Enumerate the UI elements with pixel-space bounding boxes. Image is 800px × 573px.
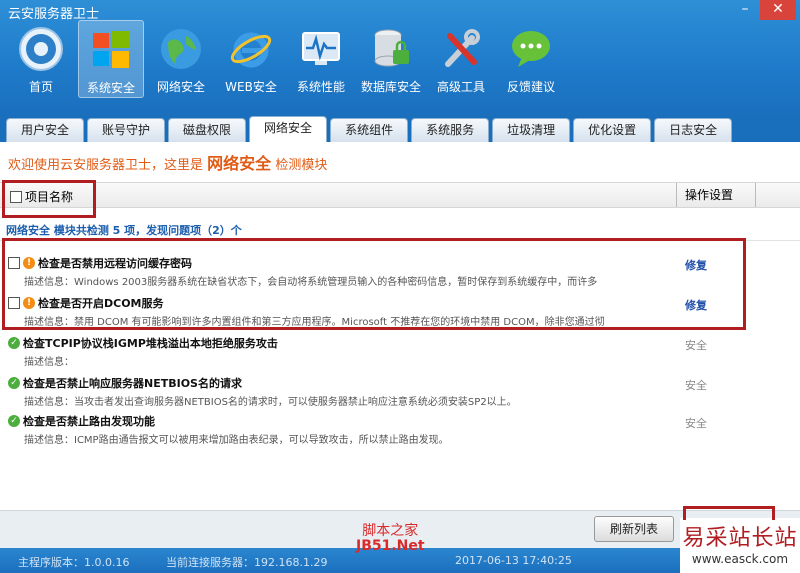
windows-logo-icon [93, 31, 129, 68]
close-icon[interactable]: ✕ [760, 0, 796, 20]
tab-log-security[interactable]: 日志安全 [654, 118, 733, 142]
monitor-icon [302, 32, 340, 65]
database-lock-icon [374, 29, 409, 67]
main-toolbar: 首页 系统安全 网络安全 WEB安全 系统性能 数据库安全 高级工具 反馈建议 [8, 20, 568, 98]
globe-icon [161, 29, 201, 69]
item-checkbox[interactable] [8, 297, 20, 309]
item-description: 描述信息：当攻击者发出查询服务器NETBIOS名的请求时，可以使服务器禁止响应注… [24, 397, 517, 408]
minimize-icon[interactable]: – [730, 0, 760, 20]
tab-network-security[interactable]: 网络安全 [249, 116, 328, 142]
jb51-watermark: 脚本之家 JB51.Net [356, 523, 425, 554]
tab-account-guard[interactable]: 账号守护 [87, 118, 166, 142]
toolbar-advanced-tools[interactable]: 高级工具 [428, 20, 494, 98]
sub-tab-bar: 用户安全 账号守护 磁盘权限 网络安全 系统组件 系统服务 垃圾清理 优化设置 … [0, 116, 800, 142]
divider [0, 240, 800, 241]
list-item: ! 检查是否禁用远程访问缓存密码 描述信息：Windows 2003服务器系统在… [0, 252, 800, 292]
tab-disk-permissions[interactable]: 磁盘权限 [168, 118, 247, 142]
module-name: 网络安全 [207, 154, 272, 173]
tab-system-services[interactable]: 系统服务 [411, 118, 490, 142]
refresh-list-button[interactable]: 刷新列表 [594, 516, 674, 542]
item-title: 检查是否开启DCOM服务 [38, 297, 164, 310]
item-description: 描述信息：Windows 2003服务器系统在缺省状态下，会自动将系统管理员输入… [24, 277, 598, 288]
status-safe: 安全 [685, 339, 707, 352]
toolbar-network-security[interactable]: 网络安全 [148, 20, 214, 98]
item-description: 描述信息：ICMP路由通告报文可以被用来增加路由表纪录，可以导致攻击，所以禁止路… [24, 435, 449, 446]
item-title: 检查是否禁用远程访问缓存密码 [38, 257, 192, 270]
toolbar-database-security[interactable]: 数据库安全 [358, 20, 424, 98]
fix-link[interactable]: 修复 [685, 297, 707, 313]
item-checkbox[interactable] [8, 257, 20, 269]
list-item: ✓ 检查是否禁止路由发现功能 描述信息：ICMP路由通告报文可以被用来增加路由表… [0, 410, 800, 450]
item-description: 描述信息：禁用 DCOM 有可能影响到许多内置组件和第三方应用程序。Micros… [24, 317, 605, 328]
fix-link[interactable]: 修复 [685, 257, 707, 273]
status-safe: 安全 [685, 417, 707, 430]
select-all-checkbox[interactable] [10, 190, 22, 203]
easck-watermark: 易采站长站 www.easck.com [680, 518, 800, 573]
top-banner: 云安服务器卫士 – ✕ 首页 系统安全 网络安全 WEB安全 系统性能 数据库安… [0, 0, 800, 116]
warning-icon: ! [23, 257, 35, 269]
list-header: 项目名称 操作设置 [0, 182, 800, 208]
toolbar-system-performance[interactable]: 系统性能 [288, 20, 354, 98]
list-item: ! 检查是否开启DCOM服务 描述信息：禁用 DCOM 有可能影响到许多内置组件… [0, 292, 800, 332]
item-title: 检查TCPIP协议栈IGMP堆栈溢出本地拒绝服务攻击 [23, 337, 278, 350]
tab-optimization[interactable]: 优化设置 [573, 118, 652, 142]
connected-server: 当前连接服务器：192.168.1.29 [166, 556, 328, 569]
tab-system-components[interactable]: 系统组件 [330, 118, 409, 142]
item-title: 检查是否禁止响应服务器NETBIOS名的请求 [23, 377, 242, 390]
list-item: ✓ 检查TCPIP协议栈IGMP堆栈溢出本地拒绝服务攻击 描述信息： 安全 [0, 332, 800, 372]
scan-summary: 网络安全 模块共检测 5 项，发现问题项（2）个 [6, 224, 242, 237]
content-panel: 欢迎使用云安服务器卫士，这里是 网络安全 检测模块 项目名称 操作设置 网络安全… [0, 142, 800, 548]
toolbar-feedback[interactable]: 反馈建议 [498, 20, 564, 98]
toolbar-system-security[interactable]: 系统安全 [78, 20, 144, 98]
tools-icon [445, 29, 480, 67]
tab-junk-cleanup[interactable]: 垃圾清理 [492, 118, 571, 142]
toolbar-web-security[interactable]: WEB安全 [218, 20, 284, 98]
home-icon [19, 27, 63, 71]
window-controls: – ✕ [730, 0, 796, 20]
check-icon: ✓ [8, 415, 20, 427]
chat-bubble-icon [512, 31, 550, 67]
status-time: 2017-06-13 17:40:25 [455, 554, 572, 567]
column-operation: 操作设置 [676, 183, 756, 207]
status-safe: 安全 [685, 379, 707, 392]
program-version: 主程序版本：1.0.0.16 [18, 556, 130, 569]
check-icon: ✓ [8, 377, 20, 389]
list-item: ✓ 检查是否禁止响应服务器NETBIOS名的请求 描述信息：当攻击者发出查询服务… [0, 372, 800, 412]
item-title: 检查是否禁止路由发现功能 [23, 415, 155, 428]
warning-icon: ! [23, 297, 35, 309]
ie-icon [230, 32, 272, 68]
welcome-message: 欢迎使用云安服务器卫士，这里是 网络安全 检测模块 [8, 154, 328, 173]
toolbar-home[interactable]: 首页 [8, 20, 74, 98]
check-icon: ✓ [8, 337, 20, 349]
column-item-name: 项目名称 [10, 188, 73, 205]
tab-user-security[interactable]: 用户安全 [6, 118, 85, 142]
item-description: 描述信息： [24, 357, 74, 368]
